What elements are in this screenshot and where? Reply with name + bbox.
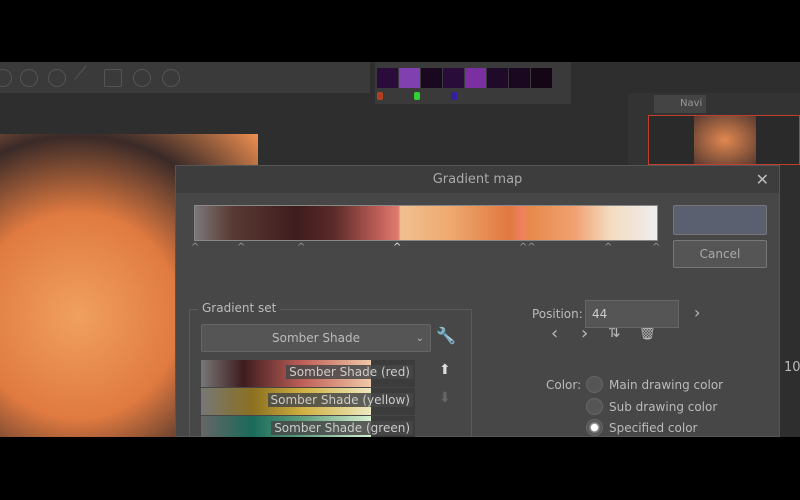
letterbox-bottom (0, 437, 800, 500)
swatch[interactable] (487, 68, 508, 88)
side-value: 10 (784, 360, 800, 375)
color-stop[interactable]: ^ (297, 242, 305, 253)
zoom-out-icon[interactable] (48, 69, 66, 87)
previous-stop-icon[interactable]: ‹ (551, 323, 558, 344)
dialog-title: Gradient map (176, 166, 779, 193)
color-stop[interactable]: ^ (652, 242, 660, 253)
app-window: Navi 10 Gradient map ✕ ^ ^ ^ ^ ^^ ^ ^ Ca… (0, 62, 800, 437)
gradient-list-item[interactable]: Somber Shade (yellow) (201, 388, 415, 415)
main-color-label: Main drawing color (609, 378, 724, 392)
color-palette (375, 62, 571, 104)
zoom-in-icon[interactable] (20, 69, 38, 87)
polygon-tool-icon[interactable] (162, 69, 180, 87)
swatch[interactable] (377, 68, 398, 88)
ok-button[interactable] (673, 205, 767, 235)
color-stop[interactable]: ^ (191, 242, 199, 253)
color-stop[interactable]: ^ (604, 242, 612, 253)
position-input[interactable]: 44 (585, 300, 679, 328)
radio-sub-color[interactable] (586, 398, 603, 415)
chevron-down-icon: ⌄ (415, 333, 424, 344)
preview-thumbnail (694, 116, 756, 164)
line-tool-icon[interactable] (74, 65, 100, 91)
color-stop-selected[interactable]: ^ (393, 242, 401, 253)
move-up-icon[interactable]: ⬆ (439, 362, 451, 378)
move-down-icon[interactable]: ⬇ (439, 390, 451, 406)
gradient-set-label: Gradient set (198, 301, 281, 315)
toolbar (0, 62, 370, 93)
chevron-right-icon[interactable]: › (694, 303, 700, 322)
wrench-icon[interactable]: 🔧 (436, 326, 456, 345)
rotate-tool-icon[interactable] (0, 69, 12, 87)
swatch[interactable] (531, 68, 552, 88)
radio-specified-color[interactable] (586, 419, 603, 436)
color-stop[interactable]: ^^ (519, 242, 536, 253)
navigator-panel: Navi (628, 93, 800, 165)
position-label: Position: (532, 307, 583, 321)
gradient-map-dialog: Gradient map ✕ ^ ^ ^ ^ ^^ ^ ^ Cancel ‹ ›… (175, 165, 780, 437)
close-icon[interactable]: ✕ (756, 166, 769, 193)
sub-color-label: Sub drawing color (609, 400, 718, 414)
swatch[interactable] (399, 68, 420, 88)
swatch[interactable] (465, 68, 486, 88)
blue-dot (451, 92, 457, 100)
navigator-preview[interactable] (648, 115, 800, 165)
color-label: Color: (546, 378, 582, 392)
ellipse-tool-icon[interactable] (133, 69, 151, 87)
selected-set-label: Somber Shade (272, 331, 360, 345)
gradient-list-item[interactable]: Somber Shade (green) (201, 416, 415, 437)
color-stop[interactable]: ^ (237, 242, 245, 253)
gradient-list-item[interactable]: Somber Shade (red) (201, 360, 415, 387)
red-dot (377, 92, 383, 100)
gradient-set-select[interactable]: Somber Shade ⌄ (201, 324, 431, 352)
gradient-bar[interactable] (194, 205, 658, 241)
rectangle-tool-icon[interactable] (104, 69, 122, 87)
green-dot (414, 92, 420, 100)
specified-color-label: Specified color (609, 421, 698, 435)
swatch[interactable] (443, 68, 464, 88)
swatch[interactable] (509, 68, 530, 88)
cancel-button[interactable]: Cancel (673, 240, 767, 268)
tab-navigator[interactable]: Navi (654, 95, 706, 113)
radio-main-color[interactable] (586, 376, 603, 393)
swatch[interactable] (421, 68, 442, 88)
